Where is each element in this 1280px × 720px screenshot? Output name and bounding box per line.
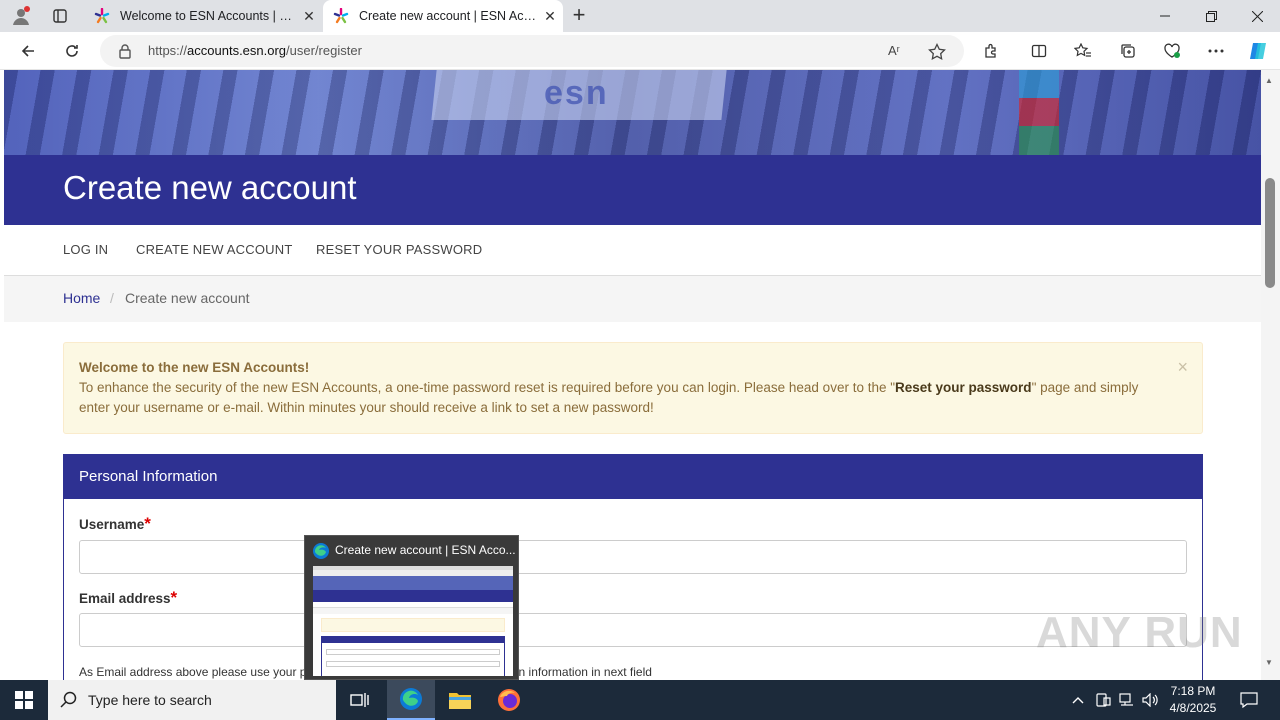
clock-date: 4/8/2025	[1169, 701, 1217, 715]
favorites-icon[interactable]	[1069, 37, 1097, 65]
url-text[interactable]: https://accounts.esn.org/user/register	[148, 43, 362, 58]
email-label: Email address*	[79, 588, 178, 607]
preview-title: Create new account | ESN Acco...	[335, 543, 516, 557]
edge-taskbar-icon[interactable]	[387, 680, 435, 720]
page-viewport: esn Create new account LOG IN CREATE NEW…	[0, 70, 1280, 680]
address-bar[interactable]: https://accounts.esn.org/user/register A…	[100, 35, 964, 67]
network-icon[interactable]	[1116, 680, 1138, 720]
page-scrollbar[interactable]: ▲ ▼	[1261, 70, 1280, 680]
browser-essentials-icon[interactable]	[1158, 37, 1186, 65]
refresh-button[interactable]	[58, 37, 86, 65]
esn-star-icon	[94, 8, 110, 24]
account-tabs: LOG IN CREATE NEW ACCOUNT RESET YOUR PAS…	[4, 225, 1261, 276]
taskbar-window-preview[interactable]: Create new account | ESN Acco...	[304, 535, 519, 680]
tray-chevron-icon[interactable]	[1068, 680, 1088, 720]
more-options-icon[interactable]	[1202, 37, 1230, 65]
esn-star-icon	[333, 8, 349, 24]
breadcrumb-separator: /	[110, 290, 114, 306]
browser-tab-strip: Welcome to ESN Accounts | ESN ✕ Create n…	[0, 0, 1280, 32]
window-close-button[interactable]	[1234, 0, 1280, 32]
tab-actions-icon[interactable]	[48, 6, 72, 26]
page-title: Create new account	[63, 169, 357, 206]
alert-close-icon[interactable]: ×	[1177, 357, 1188, 377]
email-input[interactable]	[79, 613, 1187, 647]
edge-icon	[313, 543, 329, 559]
tab-title: Welcome to ESN Accounts | ESN	[120, 9, 296, 23]
preview-thumbnail	[313, 566, 513, 676]
tab-create-new-account[interactable]: CREATE NEW ACCOUNT	[136, 242, 292, 257]
restore-button[interactable]	[1188, 0, 1234, 32]
windows-start-icon[interactable]	[0, 680, 48, 720]
notifications-icon[interactable]	[1232, 680, 1266, 720]
alert-body: To enhance the security of the new ESN A…	[79, 380, 1139, 415]
split-screen-icon[interactable]	[1025, 37, 1053, 65]
tab-title: Create new account | ESN Accounts	[359, 9, 537, 23]
tab-log-in[interactable]: LOG IN	[63, 242, 108, 257]
browser-tab-welcome[interactable]: Welcome to ESN Accounts | ESN ✕	[84, 0, 322, 32]
scrollbar-thumb[interactable]	[1265, 178, 1275, 288]
search-icon	[60, 691, 77, 708]
firefox-icon[interactable]	[485, 680, 533, 720]
alert-heading: Welcome to the new ESN Accounts!	[79, 360, 310, 375]
back-button[interactable]	[14, 37, 42, 65]
new-tab-button[interactable]: +	[566, 4, 592, 28]
browser-toolbar: https://accounts.esn.org/user/register A…	[0, 32, 1280, 70]
taskbar-clock[interactable]: 7:18 PM 4/8/2025	[1158, 683, 1228, 717]
scroll-up-icon[interactable]: ▲	[1265, 76, 1273, 85]
favorite-star-icon[interactable]	[928, 43, 946, 61]
task-view-icon[interactable]	[336, 680, 384, 720]
search-placeholder: Type here to search	[88, 692, 212, 708]
username-input[interactable]	[79, 540, 1187, 574]
reset-password-mention: Reset your password	[895, 380, 1032, 395]
required-mark: *	[170, 588, 178, 607]
lock-icon[interactable]	[118, 43, 132, 59]
tray-device-icon[interactable]	[1092, 680, 1114, 720]
hero-image: esn	[4, 70, 1261, 155]
collections-icon[interactable]	[1114, 37, 1142, 65]
extensions-icon[interactable]	[977, 37, 1005, 65]
copilot-icon[interactable]	[1244, 37, 1272, 65]
tab-reset-password[interactable]: RESET YOUR PASSWORD	[316, 242, 482, 257]
anyrun-watermark: ANY RUN	[1036, 608, 1243, 657]
personal-information-panel: Personal Information Username* Email add…	[63, 454, 1203, 680]
close-icon[interactable]: ✕	[537, 8, 563, 25]
required-mark: *	[144, 514, 151, 533]
file-explorer-icon[interactable]	[436, 680, 484, 720]
page-title-band: Create new account	[4, 155, 1261, 225]
minimize-button[interactable]	[1142, 0, 1188, 32]
taskbar-search-box[interactable]: Type here to search	[48, 680, 336, 720]
read-aloud-icon[interactable]: Aʳ	[888, 43, 900, 58]
breadcrumb-current: Create new account	[125, 290, 250, 306]
clock-time: 7:18 PM	[1170, 684, 1216, 698]
breadcrumb-home-link[interactable]: Home	[63, 290, 100, 306]
panel-heading: Personal Information	[64, 455, 1202, 499]
profile-avatar-icon[interactable]	[8, 4, 34, 28]
close-icon[interactable]: ✕	[296, 8, 322, 25]
browser-tab-create-account[interactable]: Create new account | ESN Accounts ✕	[323, 0, 563, 32]
username-label: Username*	[79, 514, 151, 533]
windows-taskbar: Type here to search 7:18 PM 4/8/2025	[0, 680, 1280, 720]
breadcrumb: Home / Create new account	[4, 276, 1261, 322]
scroll-down-icon[interactable]: ▼	[1265, 658, 1273, 667]
warning-alert: Welcome to the new ESN Accounts! To enha…	[63, 342, 1203, 434]
